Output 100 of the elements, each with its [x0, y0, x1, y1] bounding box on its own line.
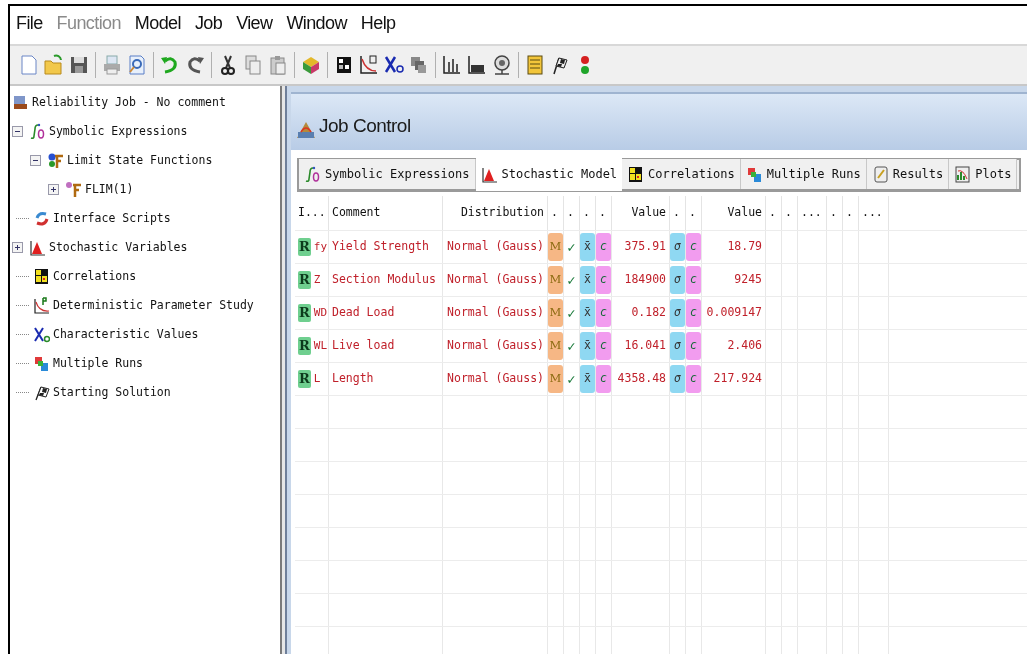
chart-icon	[954, 165, 972, 183]
cubes-icon[interactable]	[300, 54, 322, 76]
table-cell: Live load	[332, 337, 395, 355]
sigma-flag[interactable]: σ	[670, 233, 685, 261]
check-mark[interactable]: ✓	[564, 332, 579, 360]
table-cell: Normal (Gauss)	[447, 238, 544, 256]
mean-flag[interactable]: x̄	[580, 332, 595, 360]
tree-item[interactable]: Reliability Job - No comment	[32, 93, 226, 112]
tree-item[interactable]: Starting Solution	[53, 383, 171, 402]
column-header[interactable]: Value	[727, 204, 762, 222]
mean-flag[interactable]: x̄	[580, 266, 595, 294]
table-cell: 16.041	[624, 337, 666, 355]
preview-icon[interactable]	[126, 54, 148, 76]
bar-chart-icon[interactable]	[441, 54, 463, 76]
collapse-icon[interactable]	[12, 126, 23, 137]
tree-item[interactable]: Interface Scripts	[53, 209, 171, 228]
tree-item[interactable]: Stochastic Variables	[49, 238, 188, 257]
column-header[interactable]: .	[673, 204, 680, 222]
menu-item[interactable]: Window	[286, 9, 347, 37]
tree-item[interactable]: Deterministic Parameter Study	[53, 296, 254, 315]
table-cell: 184900	[624, 271, 666, 289]
status-badge: R	[298, 304, 311, 322]
mean-flag[interactable]: x̄	[580, 365, 595, 393]
status-badge: R	[298, 337, 311, 355]
tree-item[interactable]: Limit State Functions	[67, 151, 213, 170]
status-badge: R	[298, 370, 311, 388]
table-cell: 2.406	[727, 337, 762, 355]
tree-item[interactable]: Correlations	[53, 267, 137, 286]
table-cell: Section Modulus	[332, 271, 436, 289]
mean-flag[interactable]: x̄	[580, 233, 595, 261]
expand-icon[interactable]	[48, 184, 59, 195]
menu-item[interactable]: View	[236, 9, 273, 37]
variable-symbol: fy	[313, 238, 328, 255]
column-header[interactable]: .	[769, 204, 776, 222]
collapse-icon[interactable]	[30, 155, 41, 166]
status-badge: R	[298, 271, 311, 289]
expand-icon[interactable]	[12, 242, 23, 253]
matrix-icon	[33, 268, 50, 285]
column-header[interactable]: .	[785, 204, 792, 222]
table-cell: Normal (Gauss)	[447, 271, 544, 289]
curve-icon[interactable]	[358, 54, 380, 76]
check-mark[interactable]: ✓	[564, 365, 579, 393]
menu-item[interactable]: File	[16, 9, 43, 37]
table-cell: Yield Strength	[332, 238, 429, 256]
arrows-icon	[33, 210, 50, 227]
tab[interactable]: Multiple Runs	[740, 159, 867, 189]
column-header[interactable]: .	[846, 204, 853, 222]
menu-item[interactable]: Help	[360, 9, 396, 37]
table-cell: 217.924	[713, 370, 762, 388]
tree-item[interactable]: Characteristic Values	[53, 325, 199, 344]
column-header[interactable]: .	[551, 204, 558, 222]
tab[interactable]: Correlations	[622, 159, 741, 189]
table-cell: Normal (Gauss)	[447, 370, 544, 388]
step-chart-icon[interactable]	[466, 54, 488, 76]
check-mark[interactable]: ✓	[564, 266, 579, 294]
variable-symbol: WL	[313, 337, 328, 354]
curve-icon	[33, 297, 50, 314]
column-header[interactable]: .	[599, 204, 606, 222]
menu-item[interactable]: Model	[134, 9, 181, 37]
column-header[interactable]: Comment	[332, 204, 381, 222]
sigma-flag[interactable]: σ	[670, 365, 685, 393]
xc-icon	[33, 326, 50, 343]
table-cell: Normal (Gauss)	[447, 337, 544, 355]
check-mark[interactable]: ✓	[564, 299, 579, 327]
column-header[interactable]: I...	[298, 204, 326, 222]
mean-flag[interactable]: x̄	[580, 299, 595, 327]
sigma-flag[interactable]: σ	[670, 299, 685, 327]
column-header[interactable]: .	[830, 204, 837, 222]
sigma-flag[interactable]: σ	[670, 266, 685, 294]
check-mark[interactable]: ✓	[564, 233, 579, 261]
column-header[interactable]: .	[567, 204, 574, 222]
column-header[interactable]: ...	[862, 204, 883, 222]
menu-item[interactable]: Job	[194, 9, 223, 37]
tree-item[interactable]: FLIM(1)	[85, 180, 134, 199]
open-folder-icon[interactable]	[43, 54, 65, 76]
tree-item[interactable]: Multiple Runs	[53, 354, 143, 373]
save-icon[interactable]	[68, 54, 90, 76]
distribution-icon	[29, 239, 46, 256]
tab[interactable]: Results	[866, 159, 950, 189]
column-header[interactable]: ...	[801, 204, 822, 222]
table-cell: 0.182	[631, 304, 666, 322]
tree-item[interactable]: Symbolic Expressions	[49, 122, 188, 141]
matrix-icon	[627, 165, 645, 183]
status-badge: R	[298, 238, 311, 256]
xc-icon[interactable]	[383, 54, 405, 76]
column-header[interactable]: .	[689, 204, 696, 222]
table-cell: Dead Load	[332, 304, 395, 322]
table-cell: 0.009147	[706, 304, 762, 322]
column-header[interactable]: Value	[631, 204, 666, 222]
integral-icon	[304, 165, 321, 183]
squares-icon	[33, 355, 50, 372]
distribution-icon	[480, 165, 498, 183]
tab[interactable]: Symbolic Expressions	[299, 159, 476, 189]
gauge-icon[interactable]	[491, 54, 513, 76]
column-header[interactable]: .	[583, 204, 590, 222]
tab[interactable]: Stochastic Model	[475, 157, 623, 191]
sigma-flag[interactable]: σ	[670, 332, 685, 360]
variable-symbol: L	[313, 370, 321, 387]
column-header[interactable]: Distribution	[460, 204, 544, 222]
tab[interactable]: Plots	[949, 159, 1018, 189]
